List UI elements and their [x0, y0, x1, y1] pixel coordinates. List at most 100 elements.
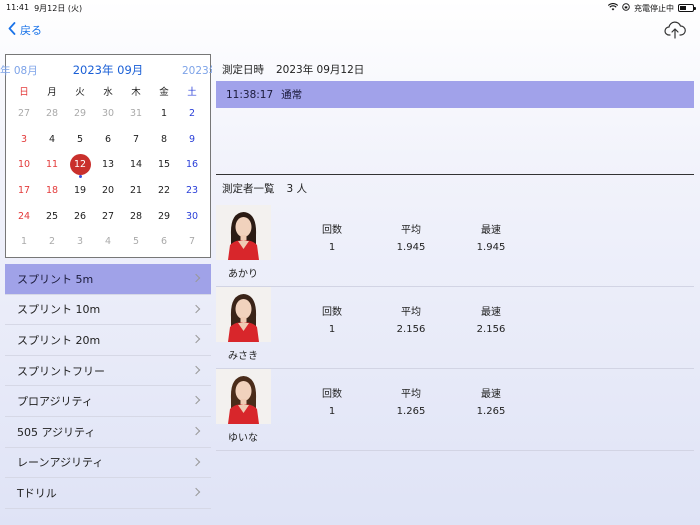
calendar-day[interactable]: 31 — [122, 101, 150, 127]
calendar-day[interactable]: 27 — [10, 101, 38, 127]
calendar-day[interactable]: 11 — [38, 152, 66, 178]
calendar-title: 2023年 09月 — [72, 63, 144, 77]
status-date: 9月12日 (火) — [34, 3, 83, 13]
calendar-grid: 日月火水木金土 27 28 29 30 31 1 2 3 4 5 6 7 8 9 10 11 12 13 14 15 16… — [6, 81, 210, 255]
calendar-day[interactable]: 2 — [38, 229, 66, 255]
lock-rotation-icon — [622, 3, 630, 13]
calendar-day[interactable]: 20 — [94, 178, 122, 204]
people-count: 3 人 — [286, 183, 308, 195]
cloud-upload-icon[interactable] — [664, 20, 686, 40]
calendar-day[interactable]: 9 — [178, 127, 206, 153]
person-name: みさき — [228, 351, 258, 362]
calendar-day[interactable]: 28 — [38, 101, 66, 127]
calendar-today: 12 — [69, 154, 91, 176]
person-row[interactable]: ゆいな 回数 1 平均 1.265 最速 1.265 — [216, 369, 694, 451]
person-photo — [216, 369, 271, 424]
menu-item[interactable]: レーンアジリティ — [5, 448, 211, 479]
stat-value-fastest: 1.945 — [476, 242, 506, 253]
stat-value-average: 2.156 — [396, 324, 426, 335]
chevron-right-icon — [191, 457, 201, 466]
calendar-day[interactable]: 19 — [66, 178, 94, 204]
calendar-weekday: 金 — [159, 87, 169, 98]
stat-value-count: 1 — [328, 406, 336, 417]
calendar-day[interactable]: 22 — [150, 178, 178, 204]
menu-item[interactable]: スプリントフリー — [5, 356, 211, 387]
menu-item[interactable]: プロアジリティ — [5, 386, 211, 417]
calendar-day[interactable]: 12 — [66, 152, 94, 178]
calendar-weekday: 土 — [187, 87, 197, 98]
calendar-day[interactable]: 3 — [10, 127, 38, 153]
person-photo — [216, 205, 271, 260]
calendar-header: 年 08月 2023年 09月 2023年 — [0, 55, 212, 81]
back-label: 戻る — [20, 24, 42, 37]
calendar-day[interactable]: 7 — [178, 229, 206, 255]
calendar-day[interactable]: 6 — [150, 229, 178, 255]
menu-item-label: Tドリル — [17, 486, 57, 500]
calendar-day[interactable]: 24 — [10, 203, 38, 229]
calendar-weekday: 水 — [103, 87, 113, 98]
calendar-day[interactable]: 23 — [178, 178, 206, 204]
calendar-weekday: 木 — [131, 87, 141, 98]
calendar-day[interactable]: 21 — [122, 178, 150, 204]
chevron-right-icon — [191, 426, 201, 436]
chevron-right-icon — [191, 365, 201, 375]
stat-header-count: 回数 — [322, 389, 342, 400]
menu-item[interactable]: スプリント 10m — [5, 295, 211, 326]
calendar-day[interactable]: 1 — [150, 101, 178, 127]
stat-value-average: 1.265 — [396, 406, 426, 417]
calendar-day[interactable]: 3 — [66, 229, 94, 255]
calendar-day[interactable]: 16 — [178, 152, 206, 178]
calendar-day[interactable]: 10 — [10, 152, 38, 178]
calendar-day[interactable]: 2 — [178, 101, 206, 127]
stat-value-fastest: 2.156 — [476, 324, 506, 335]
menu-item[interactable]: Tドリル — [5, 478, 211, 509]
menu-item[interactable]: スプリント 20m — [5, 325, 211, 356]
record-row[interactable]: 11:38:17 通常 — [216, 81, 694, 108]
calendar-day[interactable]: 6 — [94, 127, 122, 153]
divider — [216, 174, 694, 175]
calendar-day[interactable]: 1 — [10, 229, 38, 255]
wifi-icon — [607, 3, 619, 13]
menu-item-label: スプリント 5m — [17, 272, 94, 286]
calendar-day[interactable]: 30 — [94, 101, 122, 127]
menu-item-label: スプリント 10m — [17, 303, 101, 317]
menu-item[interactable]: スプリント 5m — [5, 264, 211, 295]
record-time: 11:38:17 — [226, 88, 274, 101]
calendar-day[interactable]: 27 — [94, 203, 122, 229]
calendar-day[interactable]: 29 — [66, 101, 94, 127]
calendar-weekday: 日 — [19, 87, 29, 98]
measure-date: 測定日時 2023年 09月12日 — [222, 62, 364, 77]
calendar-day[interactable]: 13 — [94, 152, 122, 178]
calendar-day[interactable]: 28 — [122, 203, 150, 229]
calendar-day[interactable]: 25 — [38, 203, 66, 229]
calendar-day[interactable]: 4 — [38, 127, 66, 153]
calendar-day[interactable]: 26 — [66, 203, 94, 229]
stat-value-average: 1.945 — [396, 242, 426, 253]
calendar-day[interactable]: 29 — [150, 203, 178, 229]
calendar-day[interactable]: 14 — [122, 152, 150, 178]
calendar-day[interactable]: 18 — [38, 178, 66, 204]
menu-item-label: スプリント 20m — [17, 333, 101, 347]
calendar-day[interactable]: 4 — [94, 229, 122, 255]
person-row[interactable]: みさき 回数 1 平均 2.156 最速 2.156 — [216, 287, 694, 369]
calendar-day[interactable]: 8 — [150, 127, 178, 153]
calendar-day[interactable]: 5 — [122, 229, 150, 255]
stat-value-count: 1 — [328, 242, 336, 253]
stat-header-average: 平均 — [401, 225, 421, 236]
calendar-day[interactable]: 17 — [10, 178, 38, 204]
charge-status: 充電停止中 — [634, 3, 674, 13]
chevron-right-icon — [191, 487, 201, 497]
measure-date-value: 2023年 09月12日 — [276, 64, 365, 76]
calendar-day[interactable]: 30 — [178, 203, 206, 229]
calendar-day[interactable]: 15 — [150, 152, 178, 178]
stat-header-average: 平均 — [401, 307, 421, 318]
stat-header-fastest: 最速 — [481, 307, 501, 318]
status-time: 11:41 — [6, 2, 30, 12]
people-label: 測定者一覧 — [222, 183, 275, 195]
calendar-day[interactable]: 5 — [66, 127, 94, 153]
calendar-next-month[interactable]: 2023年 — [182, 63, 212, 78]
back-button[interactable]: 戻る — [8, 22, 42, 38]
menu-item[interactable]: 505 アジリティ — [5, 417, 211, 448]
calendar-day[interactable]: 7 — [122, 127, 150, 153]
person-row[interactable]: あかり 回数 1 平均 1.945 最速 1.945 — [216, 205, 694, 287]
